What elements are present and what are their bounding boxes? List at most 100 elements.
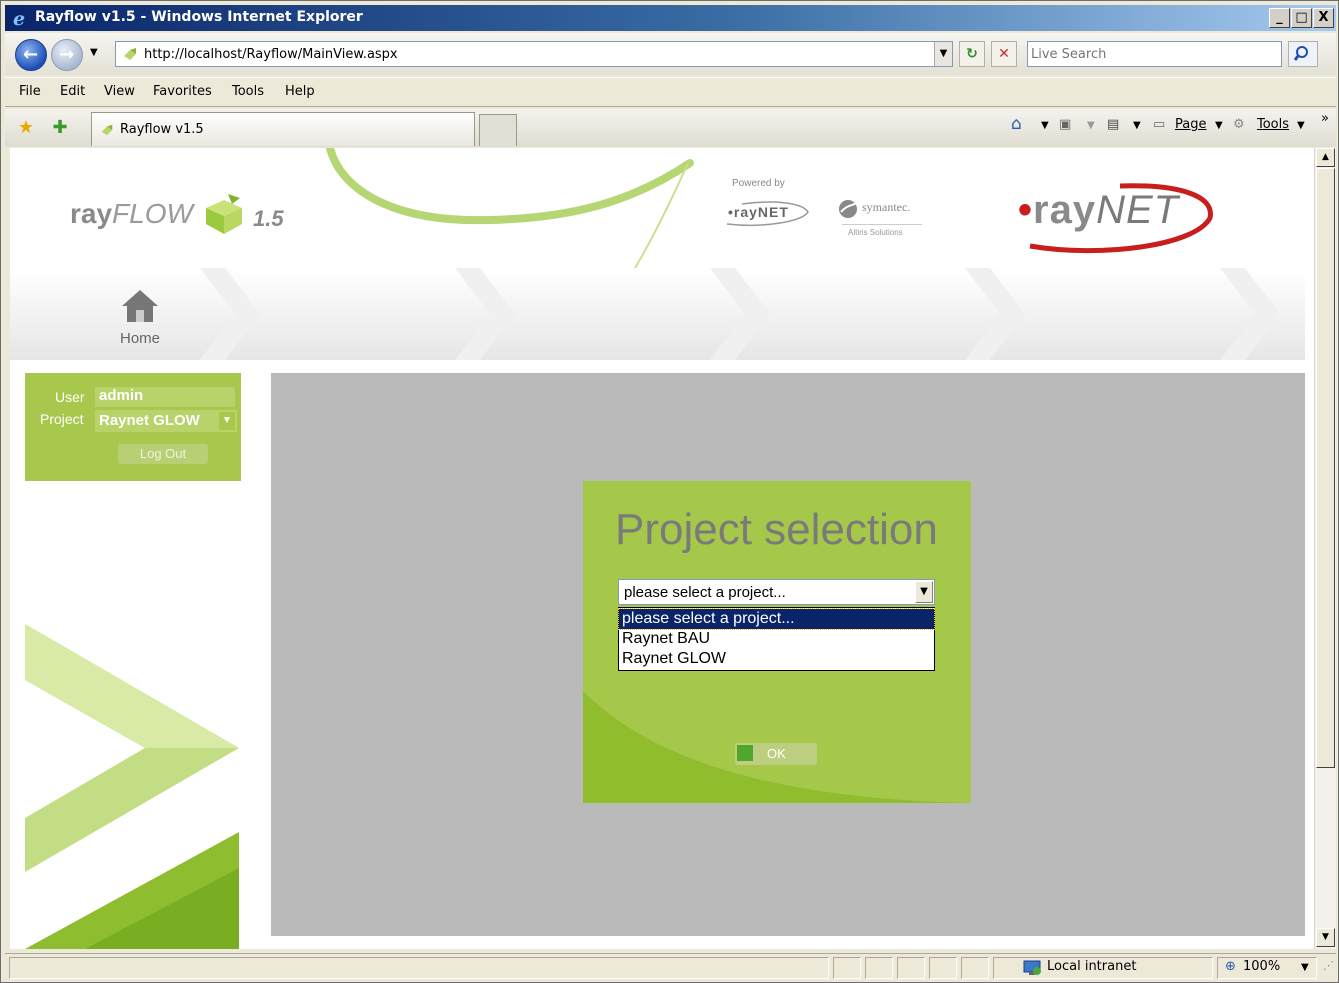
raynet-logo-ray: ray	[1033, 188, 1097, 232]
tab-rayflow[interactable]: Rayflow v1.5	[91, 112, 475, 146]
scroll-down-icon[interactable]: ▼	[1316, 928, 1335, 947]
zoom-icon: ⊕	[1225, 959, 1236, 974]
navigation-bar: ← → ▼ http://localhost/Rayflow/MainView.…	[5, 33, 1336, 75]
main-panel: Project selection please select a projec…	[271, 373, 1305, 936]
chevron-down-icon: ▼	[219, 412, 235, 430]
ok-indicator-icon	[737, 745, 753, 761]
project-dropdown-value: Raynet GLOW	[99, 412, 200, 429]
security-zone: Local intranet	[1047, 959, 1137, 974]
search-button[interactable]	[1288, 41, 1318, 67]
forward-arrow-icon: →	[59, 44, 75, 65]
project-option[interactable]: Raynet BAU	[619, 629, 934, 649]
scrollbar-thumb[interactable]	[1316, 168, 1335, 768]
tools-dropdown-icon[interactable]: ▼	[1297, 120, 1305, 131]
status-text-cell	[9, 957, 829, 979]
menu-tools[interactable]: Tools	[232, 84, 264, 99]
address-url[interactable]: http://localhost/Rayflow/MainView.aspx	[144, 47, 398, 62]
menu-bar: File Edit View Favorites Tools Help	[5, 77, 1336, 107]
project-option[interactable]: please select a project...	[618, 608, 935, 630]
tools-menu-button[interactable]: Tools	[1257, 117, 1289, 132]
menu-view[interactable]: View	[104, 84, 135, 99]
new-tab-button[interactable]	[479, 114, 517, 146]
menu-help[interactable]: Help	[285, 84, 315, 99]
favorites-star-icon[interactable]: ★	[15, 117, 37, 139]
window-title: Rayflow v1.5 - Windows Internet Explorer	[35, 9, 363, 25]
forward-button[interactable]: →	[51, 39, 83, 71]
feeds-dropdown-icon[interactable]: ▼	[1087, 120, 1095, 131]
raynet-logo-dot: •	[1018, 188, 1034, 232]
user-value: admin	[95, 387, 235, 407]
raynet-small-logo: •rayNET	[728, 204, 789, 220]
zoom-level[interactable]: 100%	[1243, 959, 1280, 974]
menu-edit[interactable]: Edit	[60, 84, 85, 99]
status-bar: Local intranet ⊕ 100% ▼ ⋰	[5, 953, 1336, 981]
logo-flow-text: FLOW	[112, 198, 193, 229]
toolbar-overflow-button[interactable]: »	[1321, 111, 1329, 126]
print-dropdown-icon[interactable]: ▼	[1133, 120, 1141, 131]
home-dropdown-icon[interactable]: ▼	[1041, 120, 1049, 131]
add-favorite-icon[interactable]: ✚	[49, 117, 71, 139]
address-bar[interactable]: http://localhost/Rayflow/MainView.aspx ▼	[115, 41, 953, 67]
stop-button[interactable]: ✕	[991, 41, 1017, 67]
status-cell	[961, 957, 989, 979]
status-cell	[897, 957, 925, 979]
green-swoosh-decoration	[326, 148, 694, 269]
green-arrow-decoration	[25, 624, 239, 949]
project-dropdown[interactable]: Raynet GLOW ▼	[95, 410, 237, 432]
partner-divider	[842, 224, 922, 225]
vertical-scrollbar[interactable]: ▲ ▼	[1314, 148, 1336, 949]
chevron-decoration	[200, 268, 1280, 360]
project-select-value: please select a project...	[624, 584, 786, 601]
project-label: Project	[40, 411, 84, 427]
menu-file[interactable]: File	[19, 84, 41, 99]
refresh-button[interactable]: ↻	[959, 41, 985, 67]
ok-button[interactable]: OK	[735, 743, 817, 765]
page-icon	[101, 124, 113, 136]
page-icon	[124, 48, 136, 60]
raynet-logo: •rayNET	[1018, 188, 1179, 233]
tools-gear-icon: ⚙	[1233, 117, 1245, 132]
project-select[interactable]: please select a project... ▼	[618, 579, 935, 605]
version-number: 1.5	[253, 206, 284, 231]
app-header: Home rayFLOW 1.5 Powered by •rayNET syma…	[10, 148, 1305, 361]
tab-bar: ★ ✚ Rayflow v1.5 ⌂ ▼ ▣ ▼ ▤ ▼ ▭ Page ▼ ⚙ …	[5, 109, 1336, 147]
search-box[interactable]	[1027, 41, 1282, 67]
status-cell	[865, 957, 893, 979]
menu-favorites[interactable]: Favorites	[153, 84, 212, 99]
page-menu-button[interactable]: Page	[1175, 117, 1206, 132]
status-cell	[929, 957, 957, 979]
feeds-icon[interactable]: ▣	[1059, 117, 1071, 132]
zoom-dropdown-icon[interactable]: ▼	[1301, 962, 1309, 973]
resize-grip-icon[interactable]: ⋰	[1323, 959, 1334, 972]
back-button[interactable]: ←	[15, 39, 47, 71]
tab-label: Rayflow v1.5	[120, 122, 204, 137]
minimize-button[interactable]: _	[1269, 8, 1290, 28]
close-button[interactable]: X	[1313, 8, 1334, 28]
home-icon[interactable]: ⌂	[1011, 114, 1022, 134]
print-icon[interactable]: ▤	[1107, 117, 1119, 132]
project-options-list[interactable]: please select a project... Raynet BAU Ra…	[618, 607, 935, 671]
page-dropdown-icon[interactable]: ▼	[1215, 120, 1223, 131]
local-intranet-icon	[1023, 960, 1041, 975]
logout-button[interactable]: Log Out	[118, 444, 208, 464]
chevron-down-icon[interactable]: ▼	[915, 581, 933, 603]
home-nav-button[interactable]: Home	[110, 288, 170, 347]
address-dropdown-icon[interactable]: ▼	[934, 42, 952, 66]
maximize-button[interactable]: □	[1291, 8, 1312, 28]
user-panel: User admin Project Raynet GLOW ▼ Log Out	[25, 373, 241, 481]
page-menu-icon: ▭	[1153, 117, 1166, 132]
project-option[interactable]: Raynet GLOW	[619, 649, 934, 669]
rayflow-cube-icon	[206, 194, 242, 234]
user-label: User	[55, 389, 85, 405]
logo-ray-text: ray	[70, 198, 113, 229]
ie-logo-icon: e	[13, 8, 25, 28]
scroll-up-icon[interactable]: ▲	[1316, 148, 1335, 167]
title-bar: e Rayflow v1.5 - Windows Internet Explor…	[5, 5, 1336, 31]
altiris-logo-text: Altiris Solutions	[848, 228, 903, 237]
rayflow-logo: rayFLOW	[70, 198, 193, 230]
raynet-logo-net: NET	[1096, 188, 1180, 232]
browser-window: e Rayflow v1.5 - Windows Internet Explor…	[0, 0, 1339, 983]
home-icon	[122, 290, 158, 322]
recent-pages-dropdown[interactable]: ▼	[90, 47, 98, 58]
search-input[interactable]	[1031, 45, 1276, 63]
